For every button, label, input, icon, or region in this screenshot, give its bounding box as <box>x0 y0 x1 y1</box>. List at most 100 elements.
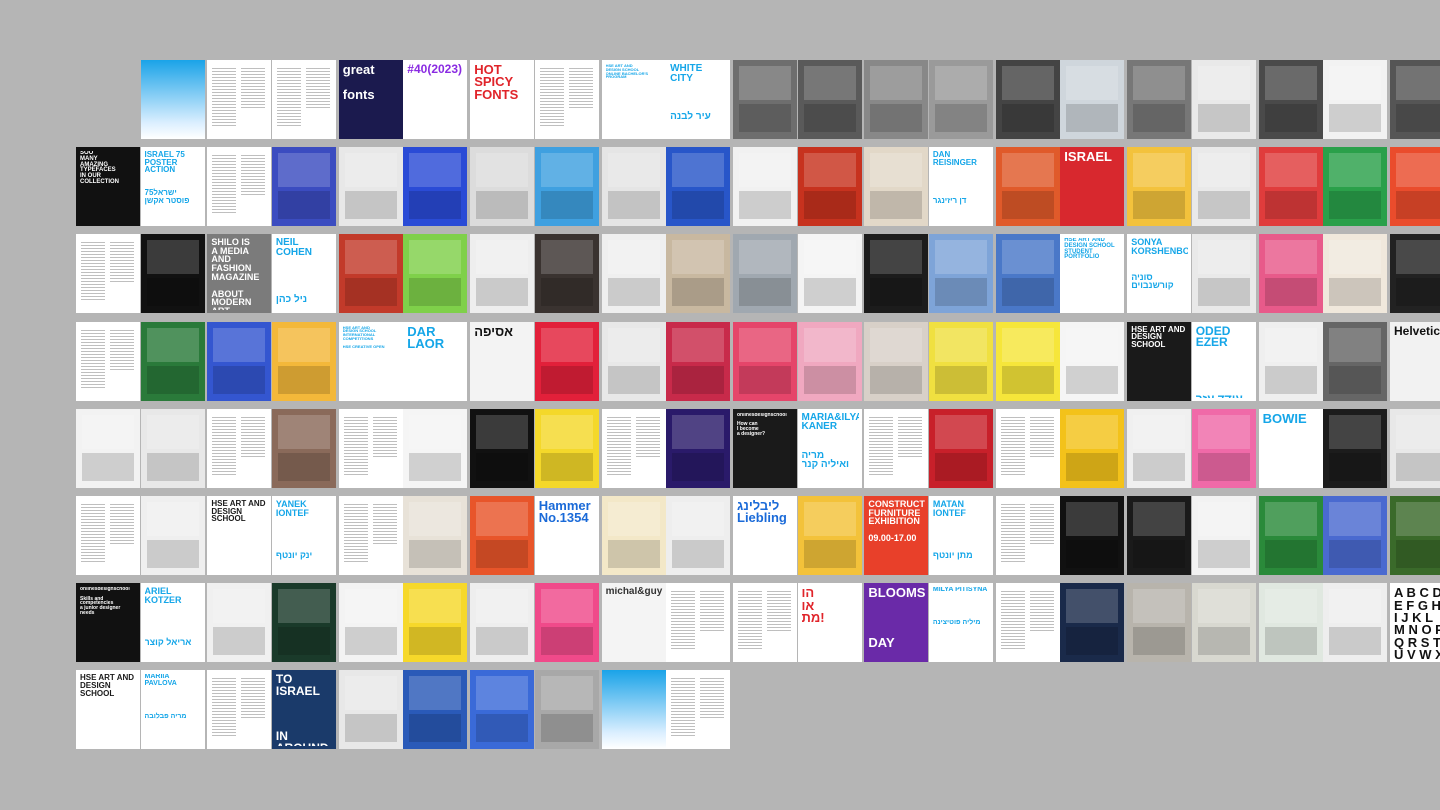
photo-block <box>607 153 660 188</box>
page-6-7 <box>534 583 599 663</box>
page-title-text: #40(2023) <box>407 64 463 76</box>
page-3-5: DAR LAOR דר לאור <box>403 321 468 401</box>
page-6-12: BLOOMS DAY <box>864 583 929 663</box>
photo-block <box>870 153 923 188</box>
photo-block <box>82 414 134 449</box>
page-title-text: ליבלינג Liebling <box>737 500 787 526</box>
page-title-text: CONSTRUCT FURNITURE EXHIBITION 09.00-17.… <box>868 500 925 544</box>
photo-block <box>1197 66 1250 100</box>
page-0-10 <box>733 60 797 139</box>
photo-block <box>607 540 660 568</box>
page-title-text: MILYA PITISYNA מיליה פוטיצינה <box>932 587 988 627</box>
page-3-4: HSE ART AND DESIGN SCHOOL INTERNATIONAL … <box>338 321 403 401</box>
photo-block <box>934 66 987 100</box>
page-title-text: onlinesdesignschool How can I become a d… <box>737 412 787 437</box>
text-column <box>110 504 134 544</box>
text-column <box>1000 504 1025 564</box>
photo-block <box>672 191 725 220</box>
page-7-8 <box>601 670 666 750</box>
photo-block <box>409 540 462 568</box>
page-2-13 <box>928 234 993 314</box>
photo-block <box>476 714 529 743</box>
photo-block <box>1264 327 1317 362</box>
photo-block <box>1197 452 1250 481</box>
page-1-8 <box>601 147 666 227</box>
page-2-12 <box>864 234 929 314</box>
text-column <box>241 155 266 196</box>
page-title-text: HSE ART AND DESIGN SCHOOL <box>1131 325 1186 349</box>
page-5-11 <box>797 496 862 575</box>
page-0-15 <box>1060 60 1125 139</box>
page-5-5 <box>403 496 468 575</box>
text-column <box>606 416 631 477</box>
photo-block <box>1133 589 1186 624</box>
photo-block <box>1396 414 1440 449</box>
page-2-9 <box>666 234 731 314</box>
page-2-14 <box>995 234 1060 314</box>
page-1-3 <box>271 147 336 227</box>
photo-block <box>1197 191 1250 220</box>
page-1-1: ISRAEL 75 POSTER ACTION ישראל75 פוסטר אק… <box>140 147 205 227</box>
page-title-text: NEIL COHEN ניל כהן <box>275 238 313 306</box>
photo-block <box>934 104 987 132</box>
page-4-14 <box>995 408 1060 488</box>
photo-block <box>540 714 593 743</box>
page-6-16 <box>1127 583 1192 663</box>
photo-block <box>1264 278 1317 307</box>
photo-block <box>476 414 529 449</box>
photo-block <box>476 540 529 568</box>
photo-block <box>1197 153 1250 188</box>
photo-block <box>870 191 923 220</box>
page-6-14 <box>995 583 1060 663</box>
page-0-13 <box>928 60 993 139</box>
photo-block <box>409 278 462 307</box>
photo-block <box>607 365 660 394</box>
page-1-7 <box>534 147 599 227</box>
photo-block <box>146 452 199 481</box>
page-7-9 <box>666 670 731 750</box>
photo-block <box>1197 589 1250 624</box>
photo-block <box>1329 66 1382 100</box>
photo-block <box>277 327 330 362</box>
text-column <box>110 242 134 283</box>
page-0-6: HOT SPICY FONTS <box>470 60 535 139</box>
photo-block <box>344 240 397 275</box>
page-5-14 <box>995 496 1060 575</box>
photo-block <box>540 627 593 656</box>
photo-block <box>409 627 462 656</box>
page-4-13 <box>928 408 993 488</box>
page-5-2: HSE ART AND DESIGN SCHOOL <box>207 496 272 575</box>
photo-block <box>1066 365 1119 394</box>
page-1-19 <box>1323 147 1388 227</box>
photo-block <box>409 589 462 624</box>
photo-block <box>277 414 330 449</box>
page-1-11 <box>797 147 862 227</box>
photo-block <box>277 452 330 481</box>
page-2-0 <box>76 234 140 314</box>
page-6-20: A B C D E F G H I J K L M N O P Q R S T … <box>1390 583 1440 663</box>
text-column <box>305 68 330 108</box>
page-7-4 <box>338 670 403 750</box>
photo-block <box>409 676 462 711</box>
photo-block <box>803 191 856 220</box>
photo-block <box>344 676 397 711</box>
text-column <box>767 591 791 632</box>
page-5-18 <box>1258 496 1323 575</box>
text-column <box>700 591 725 632</box>
page-title-text: MARIIA PAVLOVA מריה פבלובה <box>144 674 187 721</box>
page-3-14 <box>995 321 1060 401</box>
page-5-12: CONSTRUCT FURNITURE EXHIBITION 09.00-17.… <box>864 496 929 575</box>
photo-block <box>344 191 397 220</box>
page-7-0: HSE ART AND DESIGN SCHOOL <box>76 670 140 750</box>
page-1-17 <box>1191 147 1256 227</box>
page-6-5 <box>403 583 468 663</box>
photo-block <box>739 104 791 132</box>
photo-block <box>934 240 987 275</box>
page-2-10 <box>733 234 797 314</box>
photo-block <box>803 104 856 132</box>
photo-block <box>1396 66 1440 100</box>
text-column <box>539 68 564 128</box>
photo-block <box>803 502 856 536</box>
photo-block <box>277 627 330 656</box>
page-5-10: ליבלינג Liebling <box>733 496 797 575</box>
